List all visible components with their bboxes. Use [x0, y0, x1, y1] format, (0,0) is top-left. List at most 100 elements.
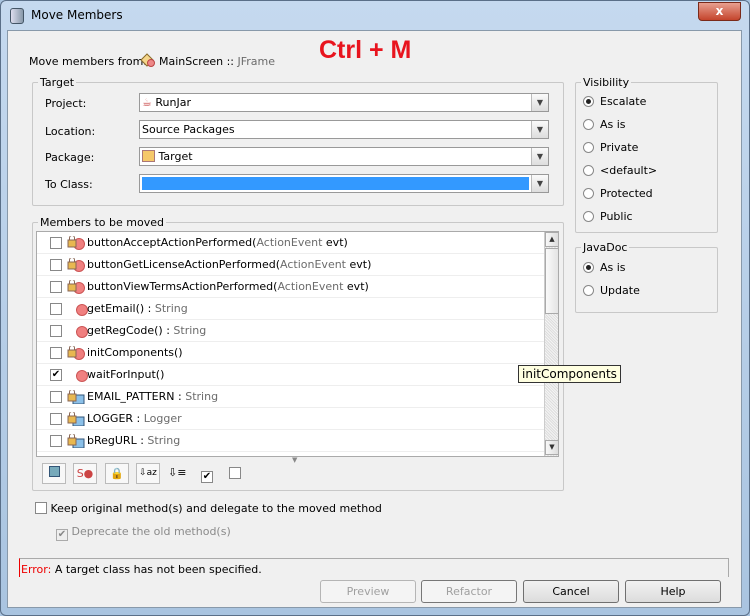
method-icon: [70, 302, 88, 316]
members-list[interactable]: buttonAcceptActionPerformed(ActionEvent …: [36, 231, 559, 457]
error-prefix: Error:: [21, 563, 52, 576]
deprecate-checkbox[interactable]: ✔ Deprecate the old method(s): [56, 525, 231, 541]
error-text: A target class has not been specified.: [51, 563, 262, 576]
visibility-option[interactable]: Private: [583, 141, 638, 154]
package-icon: [142, 150, 155, 162]
project-value: RunJar: [155, 96, 191, 109]
method-icon: [67, 235, 85, 250]
deprecate-label: Deprecate the old method(s): [71, 525, 231, 538]
member-label: getEmail() : String: [87, 302, 188, 315]
move-from-label: Move members from:: [29, 55, 147, 68]
javadoc-option[interactable]: Update: [583, 284, 640, 297]
chevron-down-icon[interactable]: ▼: [531, 94, 548, 111]
package-label: Package:: [45, 151, 95, 164]
member-row[interactable]: buttonViewTermsActionPerformed(ActionEve…: [37, 276, 544, 298]
member-row[interactable]: buttonAcceptActionPerformed(ActionEvent …: [37, 232, 544, 254]
visibility-option[interactable]: Escalate: [583, 95, 646, 108]
project-combo[interactable]: ☕ RunJar ▼: [139, 93, 549, 112]
visibility-option[interactable]: As is: [583, 118, 626, 131]
visibility-option[interactable]: <default>: [583, 164, 657, 177]
option-label: As is: [600, 118, 626, 131]
show-fields-toggle[interactable]: [42, 463, 66, 484]
radio-icon[interactable]: [583, 165, 594, 176]
resize-handle[interactable]: ▼: [292, 456, 297, 464]
chevron-down-icon[interactable]: ▼: [531, 121, 548, 138]
sort-source-icon[interactable]: ⇩≡: [168, 466, 186, 479]
scrollbar[interactable]: ▲ ▼: [544, 232, 558, 456]
member-checkbox[interactable]: [50, 325, 62, 337]
member-row[interactable]: EMAIL_PATTERN : String: [37, 386, 544, 408]
member-row[interactable]: ✔ waitForInput(): [37, 364, 544, 386]
to-class-label: To Class:: [45, 178, 93, 191]
member-label: bRegURL : String: [87, 434, 181, 447]
scroll-thumb[interactable]: [545, 248, 558, 314]
location-combo[interactable]: Source Packages ▼: [139, 120, 549, 139]
to-class-combo[interactable]: ▼: [139, 174, 549, 193]
app-icon: [10, 8, 24, 24]
visibility-option[interactable]: Protected: [583, 187, 653, 200]
member-checkbox[interactable]: [50, 259, 62, 271]
javadoc-group: JavaDoc: [575, 241, 718, 313]
member-checkbox[interactable]: [50, 347, 62, 359]
member-label: buttonViewTermsActionPerformed(ActionEve…: [87, 280, 369, 293]
refactor-button[interactable]: Refactor: [421, 580, 517, 603]
member-checkbox[interactable]: [50, 237, 62, 249]
member-row[interactable]: getEmail() : String: [37, 298, 544, 320]
radio-icon[interactable]: [583, 262, 594, 273]
member-checkbox[interactable]: [50, 391, 62, 403]
member-row[interactable]: LOGGER : Logger: [37, 408, 544, 430]
scroll-down-button[interactable]: ▼: [545, 440, 558, 455]
option-label: As is: [600, 261, 626, 274]
cancel-button[interactable]: Cancel: [523, 580, 619, 603]
target-group-title: Target: [38, 76, 77, 89]
preview-button[interactable]: Preview: [320, 580, 416, 603]
scroll-up-button[interactable]: ▲: [545, 232, 558, 247]
package-combo[interactable]: Target ▼: [139, 147, 549, 166]
visibility-option[interactable]: Public: [583, 210, 633, 223]
member-label: buttonGetLicenseActionPerformed(ActionEv…: [87, 258, 372, 271]
visibility-title: Visibility: [581, 76, 632, 89]
javadoc-title: JavaDoc: [581, 241, 630, 254]
javadoc-option[interactable]: As is: [583, 261, 626, 274]
radio-icon[interactable]: [583, 142, 594, 153]
radio-icon[interactable]: [583, 119, 594, 130]
radio-icon[interactable]: [583, 211, 594, 222]
package-value: Target: [158, 150, 193, 163]
keep-original-checkbox[interactable]: Keep original method(s) and delegate to …: [35, 502, 382, 515]
field-icon: [67, 411, 85, 427]
window-title: Move Members: [31, 8, 123, 22]
chevron-down-icon[interactable]: ▼: [531, 175, 548, 192]
to-class-value: [142, 177, 529, 190]
chevron-down-icon[interactable]: ▼: [531, 148, 548, 165]
keep-original-label: Keep original method(s) and delegate to …: [50, 502, 382, 515]
location-label: Location:: [45, 125, 96, 138]
close-button[interactable]: x: [698, 2, 741, 21]
member-row[interactable]: initComponents(): [37, 342, 544, 364]
radio-icon[interactable]: [583, 285, 594, 296]
show-static-toggle[interactable]: S●: [73, 463, 97, 484]
help-button[interactable]: Help: [625, 580, 721, 603]
source-class: MainScreen: [159, 55, 224, 68]
select-all-button[interactable]: ✔: [201, 467, 213, 483]
option-label: Private: [600, 141, 639, 154]
member-checkbox[interactable]: [50, 413, 62, 425]
method-icon: [70, 368, 88, 382]
member-row[interactable]: buttonGetLicenseActionPerformed(ActionEv…: [37, 254, 544, 276]
method-icon: [70, 324, 88, 338]
member-checkbox[interactable]: [50, 303, 62, 315]
member-checkbox[interactable]: ✔: [50, 369, 62, 381]
method-icon: [67, 257, 85, 272]
option-label: Public: [600, 210, 633, 223]
member-row[interactable]: bRegURL : String: [37, 430, 544, 452]
radio-icon[interactable]: [583, 188, 594, 199]
sort-alpha-icon[interactable]: ⇩az: [136, 463, 160, 484]
radio-icon[interactable]: [583, 96, 594, 107]
show-private-lock-icon[interactable]: 🔒: [105, 463, 129, 484]
member-checkbox[interactable]: [50, 281, 62, 293]
member-checkbox[interactable]: [50, 435, 62, 447]
member-label: EMAIL_PATTERN : String: [87, 390, 219, 403]
select-none-button[interactable]: [229, 467, 241, 480]
method-icon: [67, 279, 85, 294]
field-icon: [67, 389, 85, 405]
member-row[interactable]: getRegCode() : String: [37, 320, 544, 342]
